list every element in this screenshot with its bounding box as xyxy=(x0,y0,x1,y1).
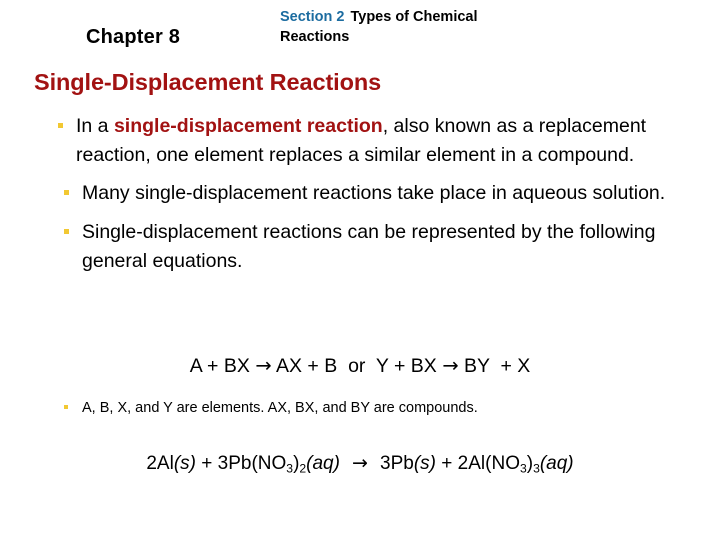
reaction-arrow-icon: → xyxy=(255,354,272,377)
general-equation-conjunction: or xyxy=(337,355,376,377)
reactant2-state: (aq) xyxy=(306,453,340,474)
reactant1-state: (s) xyxy=(173,453,196,474)
bullet-aqueous-text: Many single-displacement reactions take … xyxy=(82,182,666,204)
reaction-arrow-icon: → xyxy=(339,452,381,474)
bullet-square-icon xyxy=(64,405,68,409)
product2-subscript-a: 3 xyxy=(519,461,527,476)
elements-note-text: A, B, X, and Y are elements. AX, BX, and… xyxy=(82,400,478,416)
product2-formula-a: Al(NO xyxy=(468,453,520,474)
equation-plus: + xyxy=(436,453,458,474)
reaction-arrow-icon: → xyxy=(442,354,459,377)
bullet-square-icon xyxy=(58,123,63,128)
section-heading: Section 2 Types of Chemical Reactions xyxy=(280,7,610,47)
product2-coefficient: 2 xyxy=(457,453,469,474)
slide-header: Chapter 8 Section 2 Types of Chemical Rea… xyxy=(0,0,720,62)
product2-state: (aq) xyxy=(539,453,574,474)
general-equation-right-reactants: Y + BX xyxy=(375,355,443,377)
product1-state: (s) xyxy=(413,453,437,474)
list-item: Many single-displacement reactions take … xyxy=(40,179,688,208)
list-item: A, B, X, and Y are elements. AX, BX, and… xyxy=(40,397,688,419)
bullet-definition-pre: In a xyxy=(76,115,114,137)
list-item: Single-displacement reactions can be rep… xyxy=(40,218,688,276)
general-equation-left-products: AX + B xyxy=(271,355,338,377)
bullet-general-equations-text: Single-displacement reactions can be rep… xyxy=(82,221,656,272)
reactant2-formula-a: Pb(NO xyxy=(228,453,287,474)
general-equation-right-products: BY + X xyxy=(458,355,531,377)
reactant1-formula: Al xyxy=(156,453,174,474)
reactant1-coefficient: 2 xyxy=(146,453,157,474)
reactant2-coefficient: 3 xyxy=(217,453,229,474)
product1-coefficient: 3 xyxy=(380,453,391,474)
bullet-definition-keyword: single-displacement reaction xyxy=(113,115,383,137)
slide-canvas: Chapter 8 Section 2 Types of Chemical Rea… xyxy=(0,0,720,540)
general-equation-left-reactants: A + BX xyxy=(189,355,256,377)
example-equation: 2Al(s) + 3Pb(NO3)2(aq) → 3Pb(s) + 2Al(NO… xyxy=(0,452,720,475)
section-number: Section 2 xyxy=(280,9,345,25)
general-equation: A + BX → AX + B or Y + BX → BY + X xyxy=(0,354,720,378)
bullet-square-icon xyxy=(64,190,69,195)
bullet-square-icon xyxy=(64,229,69,234)
equation-plus: + xyxy=(195,453,218,474)
list-item: In a single-displacement reaction, also … xyxy=(40,112,688,170)
chapter-label: Chapter 8 xyxy=(86,26,181,48)
page-title: Single-Displacement Reactions xyxy=(34,69,382,95)
product2-subscript-b: 3 xyxy=(533,461,540,476)
product1-formula: Pb xyxy=(390,453,414,474)
elements-note-list: A, B, X, and Y are elements. AX, BX, and… xyxy=(40,397,688,419)
bullet-list: In a single-displacement reaction, also … xyxy=(40,112,688,276)
section-title-line2: Reactions xyxy=(280,29,350,45)
section-title-line1: Types of Chemical xyxy=(350,9,478,25)
